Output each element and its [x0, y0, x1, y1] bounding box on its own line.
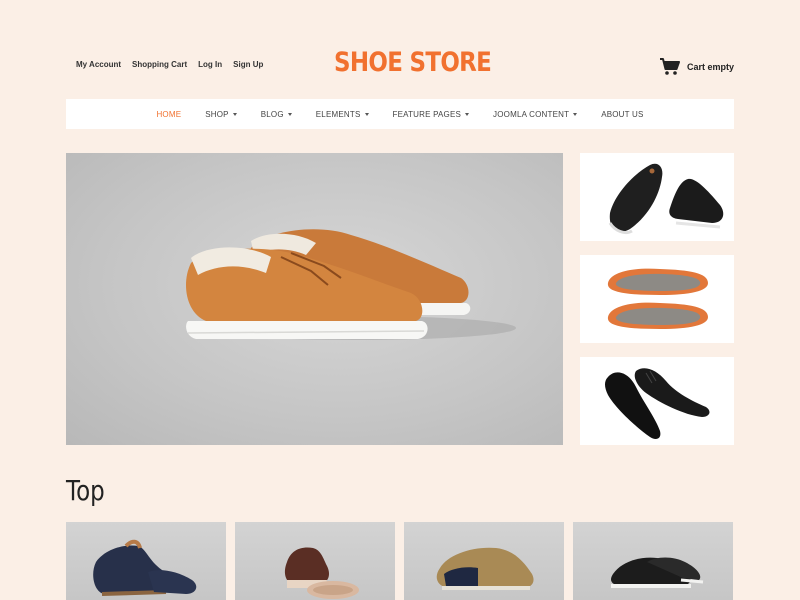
caret-down-icon: [573, 112, 578, 116]
grey-orange-shoe-illustration: [607, 268, 708, 329]
black-loafer-illustration: [608, 163, 724, 235]
nav-item-label: HOME: [156, 109, 182, 119]
nav-item-shop[interactable]: SHOP: [193, 110, 248, 119]
brown-boot-illustration: [284, 547, 359, 599]
account-links: My Account Shopping Cart Log In Sign Up: [76, 60, 263, 69]
black-white-sneaker-illustration: [611, 557, 704, 588]
black-oxford-illustration: [605, 368, 710, 439]
navy-sneaker-illustration: [93, 539, 197, 596]
nav-item-label: SHOP: [205, 109, 229, 119]
shopping-cart-icon: [659, 58, 681, 76]
cart-widget[interactable]: Cart empty: [659, 58, 734, 76]
thumbnail-black-loafers[interactable]: [580, 153, 734, 241]
caret-down-icon: [232, 112, 237, 116]
caret-down-icon: [364, 112, 369, 116]
hero-banner-image[interactable]: [66, 153, 563, 445]
caret-down-icon: [465, 112, 470, 116]
nav-item-label: FEATURE PAGES: [392, 109, 462, 119]
nav-item-elements[interactable]: ELEMENTS: [304, 110, 381, 119]
section-title: Top: [66, 474, 105, 507]
thumbnail-black-oxfords[interactable]: [580, 357, 734, 445]
shopping-cart-link[interactable]: Shopping Cart: [132, 60, 187, 69]
nav-item-about-us[interactable]: ABOUT US: [589, 110, 655, 119]
log-in-link[interactable]: Log In: [198, 60, 222, 69]
nav-item-home[interactable]: HOME: [144, 110, 193, 119]
nav-item-blog[interactable]: BLOG: [249, 110, 304, 119]
nav-item-label: ELEMENTS: [315, 109, 361, 119]
product-card[interactable]: [66, 522, 226, 600]
nav-item-joomla-content[interactable]: JOOMLA CONTENT: [481, 110, 589, 119]
nav-item-feature-pages[interactable]: FEATURE PAGES: [381, 110, 482, 119]
site-logo[interactable]: SHOE STORE: [334, 47, 492, 78]
tan-navy-sneaker-illustration: [436, 547, 534, 590]
nav-item-label: JOOMLA CONTENT: [493, 109, 570, 119]
product-card[interactable]: [235, 522, 395, 600]
my-account-link[interactable]: My Account: [76, 60, 121, 69]
cart-status: Cart empty: [686, 62, 734, 72]
main-nav: HOME SHOP BLOG ELEMENTS FEATURE PAGES JO…: [66, 99, 734, 129]
product-card[interactable]: [404, 522, 564, 600]
sign-up-link[interactable]: Sign Up: [233, 60, 263, 69]
product-card[interactable]: [573, 522, 733, 600]
nav-item-label: ABOUT US: [601, 109, 644, 119]
caret-down-icon: [287, 112, 292, 116]
brown-sneaker-illustration: [186, 229, 516, 340]
thumbnail-grey-orange-shoes[interactable]: [580, 255, 734, 343]
nav-item-label: BLOG: [260, 109, 284, 119]
